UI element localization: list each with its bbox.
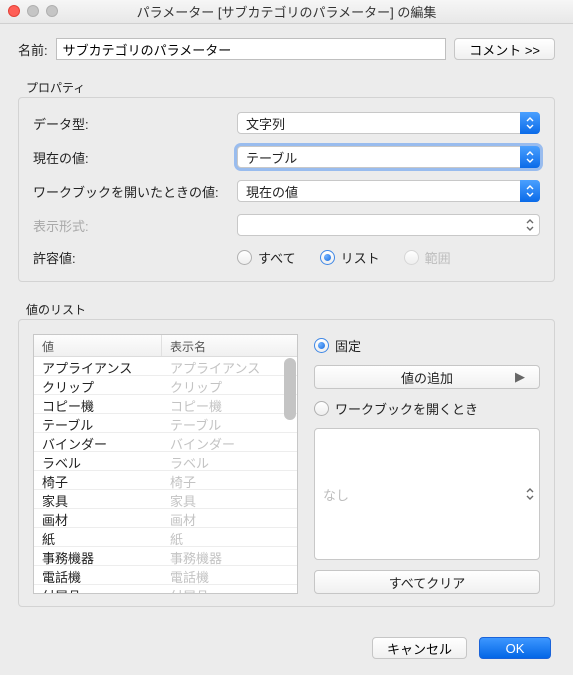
table-row[interactable]: バインダーバインダー [34,433,297,452]
dialog-footer: キャンセル OK [0,617,573,675]
header-display: 表示名 [162,335,297,356]
comment-button[interactable]: コメント >> [454,38,555,60]
triangle-right-icon: ▶ [515,369,525,385]
display-label: 表示形式: [33,216,229,235]
scrollbar[interactable] [284,358,296,420]
radio-icon [320,250,335,265]
radio-icon [314,401,329,416]
cell-display: 付属品 [162,585,297,593]
onopen-select[interactable]: 現在の値 [237,180,540,202]
radio-icon [404,250,419,265]
header-value: 値 [34,335,162,356]
chevron-updown-icon [520,428,540,560]
cell-display: 紙 [162,528,297,546]
zoom-icon [46,5,58,17]
table-row[interactable]: 付属品付属品 [34,585,297,593]
cell-value: 付属品 [34,585,162,593]
datatype-label: データ型: [33,114,229,133]
traffic-lights [8,5,58,17]
cell-value: ラベル [34,452,162,470]
refresh-select: なし [314,428,540,560]
current-select[interactable]: テーブル [237,146,540,168]
table-row[interactable]: 椅子椅子 [34,471,297,490]
name-label: 名前: [18,40,48,59]
table-row[interactable]: 家具家具 [34,490,297,509]
table-row[interactable]: クリップクリップ [34,376,297,395]
allow-all-radio[interactable]: すべて [237,248,296,267]
display-select [237,214,540,236]
cell-display: テーブル [162,414,297,432]
current-value: テーブル [246,148,297,167]
allow-range-radio: 範囲 [404,248,451,267]
properties-legend: プロパティ [26,79,555,96]
table-body[interactable]: アプライアンスアプライアンスクリップクリップコピー機コピー機テーブルテーブルバイ… [34,357,297,593]
mode-onopen-radio[interactable]: ワークブックを開くとき [314,399,540,418]
valuelist-group: 値 表示名 アプライアンスアプライアンスクリップクリップコピー機コピー機テーブル… [18,319,555,607]
valuelist-legend: 値のリスト [26,301,555,318]
cell-value: アプライアンス [34,357,162,375]
cell-display: 椅子 [162,471,297,489]
mode-fixed-radio[interactable]: 固定 [314,336,540,355]
current-label: 現在の値: [33,148,229,167]
onopen-label: ワークブックを開いたときの値: [33,182,229,201]
cell-value: 家具 [34,490,162,508]
table-header: 値 表示名 [34,335,297,357]
window-title: パラメーター [サブカテゴリのパラメーター] の編集 [137,2,437,21]
allow-list-radio[interactable]: リスト [320,248,380,267]
cell-value: 画材 [34,509,162,527]
table-row[interactable]: 事務機器事務機器 [34,547,297,566]
cell-value: テーブル [34,414,162,432]
cell-value: 事務機器 [34,547,162,565]
table-row[interactable]: コピー機コピー機 [34,395,297,414]
cell-value: バインダー [34,433,162,451]
allow-radiogroup: すべて リスト 範囲 [237,248,540,267]
clear-all-button[interactable]: すべてクリア [314,570,540,594]
table-row[interactable]: ラベルラベル [34,452,297,471]
name-input[interactable] [56,38,447,60]
chevron-updown-icon [520,214,540,236]
minimize-icon [27,5,39,17]
datatype-value: 文字列 [246,114,285,133]
refresh-value: なし [323,485,349,504]
titlebar: パラメーター [サブカテゴリのパラメーター] の編集 [0,0,573,24]
radio-icon [237,250,252,265]
table-row[interactable]: 画材画材 [34,509,297,528]
chevron-updown-icon [520,180,540,202]
cell-display: 事務機器 [162,547,297,565]
table-row[interactable]: テーブルテーブル [34,414,297,433]
datatype-select[interactable]: 文字列 [237,112,540,134]
table-row[interactable]: 紙紙 [34,528,297,547]
cell-value: クリップ [34,376,162,394]
cell-value: 椅子 [34,471,162,489]
cell-value: コピー機 [34,395,162,413]
cell-display: コピー機 [162,395,297,413]
close-icon[interactable] [8,5,20,17]
cell-value: 紙 [34,528,162,546]
cell-display: 画材 [162,509,297,527]
values-table[interactable]: 値 表示名 アプライアンスアプライアンスクリップクリップコピー機コピー機テーブル… [33,334,298,594]
properties-group: データ型: 文字列 現在の値: テーブル ワークブックを開いたときの値: 現在の… [18,97,555,282]
cell-display: 家具 [162,490,297,508]
chevron-updown-icon [520,146,540,168]
allow-label: 許容値: [33,248,229,267]
cell-display: ラベル [162,452,297,470]
onopen-value: 現在の値 [246,182,298,201]
table-row[interactable]: アプライアンスアプライアンス [34,357,297,376]
chevron-updown-icon [520,112,540,134]
cell-display: バインダー [162,433,297,451]
cell-display: 電話機 [162,566,297,584]
cell-display: クリップ [162,376,297,394]
add-value-button[interactable]: 値の追加 ▶ [314,365,540,389]
cell-value: 電話機 [34,566,162,584]
radio-icon [314,338,329,353]
table-row[interactable]: 電話機電話機 [34,566,297,585]
cell-display: アプライアンス [162,357,297,375]
